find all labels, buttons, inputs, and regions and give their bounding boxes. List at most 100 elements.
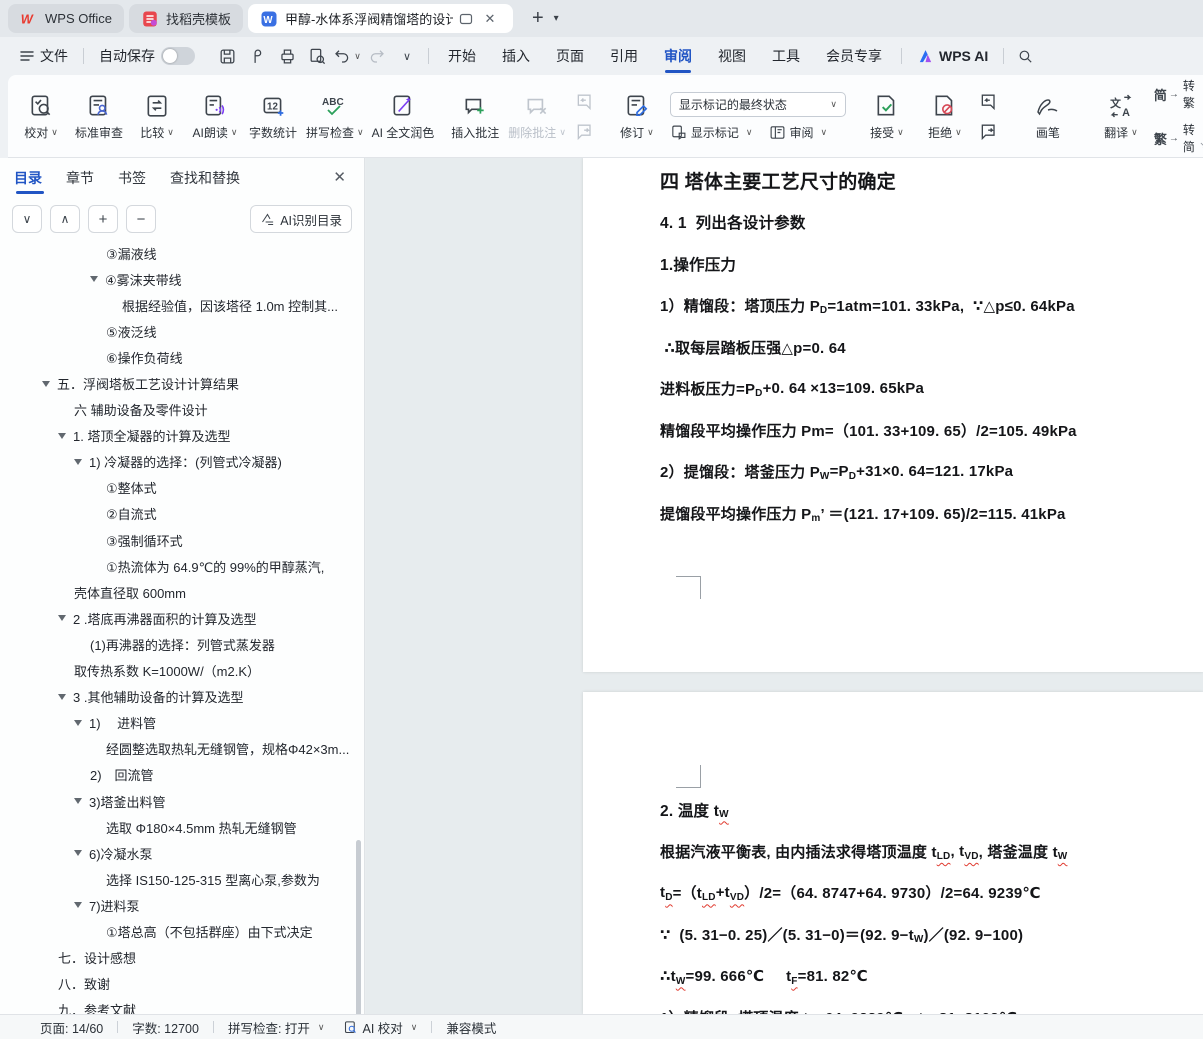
toc-item[interactable]: ①整体式 <box>0 475 354 501</box>
toc-item[interactable]: 1) 冷凝器的选择：(列管式冷凝器) <box>0 449 354 475</box>
previous-change-icon[interactable] <box>977 90 1001 112</box>
to-traditional-button[interactable]: 简→ 转繁 <box>1154 77 1195 111</box>
zoom-out-outline-button[interactable]: − <box>126 205 156 233</box>
zoom-in-outline-button[interactable]: + <box>88 205 118 233</box>
sidebar-tab-find-replace[interactable]: 查找和替换 <box>170 158 240 198</box>
sidebar-close-icon[interactable]: ✕ <box>333 168 346 186</box>
tab-tools[interactable]: 工具 <box>759 37 813 75</box>
autosave-control[interactable]: 自动保存 <box>90 46 204 66</box>
markup-state-dropdown[interactable]: 显示标记的最终状态∨ <box>670 92 846 117</box>
insert-comment-button[interactable]: 插入批注 <box>446 81 504 151</box>
document-canvas[interactable]: 四 塔体主要工艺尺寸的确定4. 1 列出各设计参数1.操作压力1）精馏段：塔顶压… <box>366 158 1203 1014</box>
tab-wps-office[interactable]: W WPS Office <box>8 4 124 33</box>
toc-item[interactable]: (1)再沸器的选择：列管式蒸发器 <box>0 631 354 657</box>
redo-icon[interactable] <box>362 43 392 69</box>
brush-button[interactable]: 画笔 <box>1012 81 1084 151</box>
tab-page[interactable]: 页面 <box>543 37 597 75</box>
toc-item[interactable]: 六 辅助设备及零件设计 <box>0 397 354 423</box>
file-menu[interactable]: 文件 <box>10 46 77 66</box>
next-comment-icon[interactable] <box>573 120 597 142</box>
collapse-arrow-icon[interactable] <box>42 381 50 387</box>
standard-review-button[interactable]: 标准审查 <box>70 81 128 151</box>
spell-check-button[interactable]: ABC 拼写检查∨ <box>302 81 368 151</box>
autosave-toggle[interactable] <box>161 47 195 65</box>
toc-item[interactable]: 七．设计感想 <box>0 945 354 971</box>
spellcheck-indicator[interactable]: 拼写检查: 打开∨ <box>214 1018 339 1037</box>
print-preview-icon[interactable] <box>302 43 332 69</box>
collapse-arrow-icon[interactable] <box>74 459 82 465</box>
tab-reference[interactable]: 引用 <box>597 37 651 75</box>
sidebar-tab-toc[interactable]: 目录 <box>14 158 42 198</box>
toc-item[interactable]: ②自流式 <box>0 501 354 527</box>
tab-insert[interactable]: 插入 <box>489 37 543 75</box>
undo-chevron-icon[interactable]: ∨ <box>354 51 361 62</box>
tab-view[interactable]: 视图 <box>705 37 759 75</box>
collapse-arrow-icon[interactable] <box>58 433 66 439</box>
export-pdf-icon[interactable] <box>242 43 272 69</box>
sidebar-scrollbar[interactable] <box>356 840 361 1014</box>
toc-item[interactable]: ⑤液泛线 <box>0 318 354 344</box>
toc-item[interactable]: ③漏液线 <box>0 240 354 266</box>
tab-list-chevron-icon[interactable]: ▾ <box>548 13 565 24</box>
ai-recognize-toc-button[interactable]: AI识别目录 <box>250 205 352 233</box>
track-changes-button[interactable]: 修订∨ <box>608 81 666 151</box>
translate-button[interactable]: 文A 翻译∨ <box>1092 81 1150 151</box>
to-simplified-button[interactable]: 繁→ 转简 <box>1154 121 1195 155</box>
ai-proof-indicator[interactable]: AI 校对∨ <box>339 1018 432 1037</box>
group-expand-icon[interactable]: ↘ <box>1199 140 1203 151</box>
toc-item[interactable]: 2 .塔底再沸器面积的计算及选型 <box>0 605 354 631</box>
collapse-arrow-icon[interactable] <box>90 276 98 282</box>
collapse-arrow-icon[interactable] <box>74 720 82 726</box>
collapse-arrow-icon[interactable] <box>74 902 82 908</box>
toc-item[interactable]: 壳体直径取 600mm <box>0 579 354 605</box>
undo-icon[interactable]: ∨ <box>332 43 362 69</box>
toc-item[interactable]: 八．致谢 <box>0 971 354 997</box>
expand-all-button[interactable]: ∨ <box>12 205 42 233</box>
collapse-arrow-icon[interactable] <box>74 850 82 856</box>
toc-item[interactable]: ①热流体为 64.9℃的 99%的甲醇蒸汽, <box>0 553 354 579</box>
collapse-arrow-icon[interactable] <box>58 615 66 621</box>
toc-item[interactable]: ⑥操作负荷线 <box>0 344 354 370</box>
toc-item[interactable]: ④雾沫夹带线 <box>0 266 354 292</box>
tab-start[interactable]: 开始 <box>435 37 489 75</box>
toc-item[interactable]: 经圆整选取热轧无缝钢管，规格Φ42×3m... <box>0 736 354 762</box>
toc-item[interactable]: 取传热系数 K=1000W/（m2.K） <box>0 658 354 684</box>
previous-comment-icon[interactable] <box>573 90 597 112</box>
new-tab-button[interactable]: + <box>528 7 548 30</box>
document-page-2[interactable]: 2. 温度 tW根据汽液平衡表, 由内插法求得塔顶温度 tLD, tVD, 塔釜… <box>583 692 1203 1014</box>
toc-item[interactable]: 2) 回流管 <box>0 762 354 788</box>
toc-item[interactable]: ③强制循环式 <box>0 527 354 553</box>
toc-item[interactable]: 1) 进料管 <box>0 710 354 736</box>
next-change-icon[interactable] <box>977 120 1001 142</box>
toc-item[interactable]: 根据经验值，因该塔径 1.0m 控制其... <box>0 292 354 318</box>
save-icon[interactable] <box>212 43 242 69</box>
toc-item[interactable]: 3)塔釜出料管 <box>0 788 354 814</box>
tab-docer-templates[interactable]: 找稻壳模板 <box>129 4 243 33</box>
page-indicator[interactable]: 页面: 14/60 <box>40 1018 117 1037</box>
toc-item[interactable]: 1. 塔顶全凝器的计算及选型 <box>0 423 354 449</box>
reject-button[interactable]: 拒绝∨ <box>916 81 974 151</box>
ai-polish-button[interactable]: AI 全文润色 <box>368 81 439 151</box>
word-count-button[interactable]: 12 字数统计 <box>244 81 302 151</box>
close-tab-icon[interactable]: ✕ <box>479 8 501 30</box>
sidebar-tab-bookmark[interactable]: 书签 <box>118 158 146 198</box>
toolbar-more-chevron-icon[interactable]: ∨ <box>392 43 422 69</box>
toc-item[interactable]: 九．参考文献 <box>0 997 354 1014</box>
document-page-1[interactable]: 四 塔体主要工艺尺寸的确定4. 1 列出各设计参数1.操作压力1）精馏段：塔顶压… <box>583 158 1203 672</box>
search-icon[interactable] <box>1010 43 1040 69</box>
reading-mode-icon[interactable] <box>455 8 477 30</box>
toc-item[interactable]: ①塔总高（不包括群座）由下式决定 <box>0 918 354 944</box>
collapse-arrow-icon[interactable] <box>58 694 66 700</box>
toc-item[interactable]: 选取 Φ180×4.5mm 热轧无缝钢管 <box>0 814 354 840</box>
delete-comment-button[interactable]: 删除批注∨ <box>504 81 570 151</box>
tab-document[interactable]: W 甲醇-水体系浮阀精馏塔的设计 ✕ <box>248 4 513 33</box>
word-count-indicator[interactable]: 字数: 12700 <box>118 1018 213 1037</box>
collapse-all-button[interactable]: ∧ <box>50 205 80 233</box>
sidebar-tab-chapter[interactable]: 章节 <box>66 158 94 198</box>
toc-item[interactable]: 3 .其他辅助设备的计算及选型 <box>0 684 354 710</box>
toc-item[interactable]: 选择 IS150-125-315 型离心泵,参数为 <box>0 866 354 892</box>
tab-member[interactable]: 会员专享 <box>813 37 895 75</box>
wps-ai-button[interactable]: WPS AI <box>908 48 997 65</box>
collapse-arrow-icon[interactable] <box>74 798 82 804</box>
review-pane-button[interactable]: 审阅∨ <box>769 124 828 141</box>
